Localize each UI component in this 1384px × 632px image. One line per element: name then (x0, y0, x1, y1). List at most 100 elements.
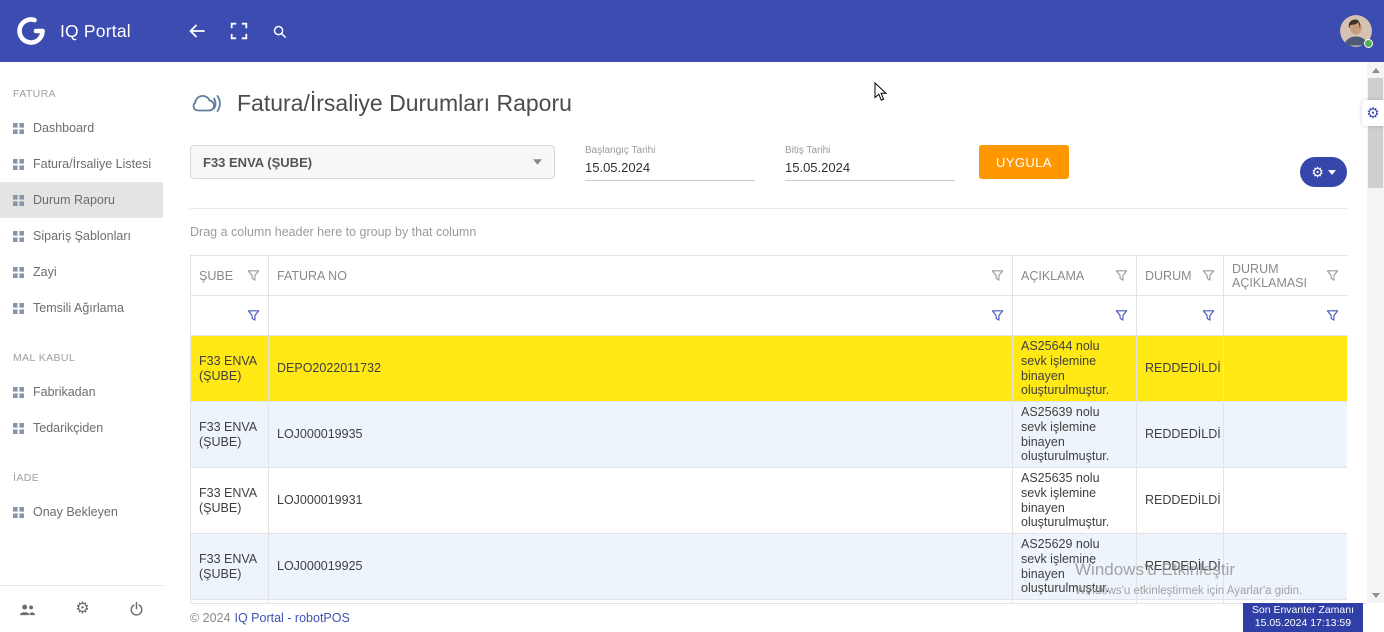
cell-branch[interactable]: F33 ENVA (ŞUBE) (190, 533, 269, 600)
cell-status-note[interactable] (1223, 467, 1347, 534)
branch-select[interactable]: F33 ENVA (ŞUBE) (190, 145, 555, 179)
sidebar-item-tedarikciden[interactable]: Tedarikçiden (0, 410, 163, 446)
vertical-scrollbar[interactable] (1367, 62, 1384, 603)
cell-branch[interactable]: F33 ENVA (ŞUBE) (190, 467, 269, 534)
sidebar: FATURA Dashboard Fatura/İrsaliye Listesi… (0, 62, 163, 632)
gear-icon: ⚙ (1366, 104, 1380, 122)
cell-invoice-no[interactable]: LOJ000019931 (268, 467, 1013, 534)
filter-cell-durum-aciklamasi[interactable] (1223, 295, 1347, 336)
settings-flyout-button[interactable]: ⚙ (1362, 100, 1384, 126)
filter-input-durum[interactable] (1145, 308, 1202, 323)
column-header-sube[interactable]: ŞUBE (190, 255, 269, 296)
column-header-fatura-no[interactable]: FATURA NO (268, 255, 1013, 296)
cell-branch[interactable]: F33 ENVA (ŞUBE) (190, 335, 269, 402)
sidebar-section-iade: İADE (13, 472, 40, 484)
start-date-label: Başlangıç Tarihi (585, 145, 656, 156)
grid-squares-icon (13, 123, 24, 134)
cell-description[interactable]: AS25639 nolu sevk işlemine binayen oluşt… (1012, 401, 1137, 468)
sidebar-item-temsili-agirlama[interactable]: Temsili Ağırlama (0, 290, 163, 326)
end-date-field[interactable]: Bitiş Tarihi 15.05.2024 (785, 145, 955, 181)
scroll-down-arrow[interactable] (1367, 588, 1384, 602)
app-logo-icon[interactable] (13, 13, 49, 49)
fullscreen-icon[interactable] (230, 22, 248, 40)
cell-invoice-no[interactable]: LOJ000019925 (268, 533, 1013, 600)
filter-icon[interactable] (247, 309, 260, 322)
filter-cell-sube[interactable] (190, 295, 269, 336)
sidebar-item-label: Zayi (33, 265, 57, 279)
sidebar-item-onay-bekleyen[interactable]: Onay Bekleyen (0, 494, 163, 530)
grid-squares-icon (13, 387, 24, 398)
cell-status[interactable]: REDDEDİLDİ (1136, 401, 1224, 468)
sidebar-item-label: Fatura/İrsaliye Listesi (33, 157, 152, 171)
cell-status[interactable]: REDDEDİLDİ (1136, 467, 1224, 534)
filter-icon[interactable] (1115, 269, 1128, 282)
end-date-value: 15.05.2024 (785, 160, 851, 175)
scroll-up-arrow[interactable] (1367, 63, 1384, 77)
sidebar-item-dashboard[interactable]: Dashboard (0, 110, 163, 146)
cell-status-note[interactable] (1223, 335, 1347, 402)
filter-icon[interactable] (1115, 309, 1128, 322)
filter-input-sube[interactable] (199, 308, 247, 323)
filter-icon[interactable] (1202, 269, 1215, 282)
sidebar-item-fabrikadan[interactable]: Fabrikadan (0, 374, 163, 410)
filter-input-fatura-no[interactable] (277, 308, 991, 323)
grid-settings-button[interactable]: ⚙ (1300, 157, 1347, 187)
table-row[interactable]: F33 ENVA (ŞUBE) LOJ000019925 AS25629 nol… (190, 533, 1347, 600)
gear-icon[interactable]: ⚙ (75, 601, 89, 617)
filter-icon[interactable] (1326, 309, 1339, 322)
filter-icon[interactable] (991, 269, 1004, 282)
filter-cell-aciklama[interactable] (1012, 295, 1137, 336)
filter-input-durum-aciklamasi[interactable] (1232, 308, 1326, 323)
filter-icon[interactable] (1202, 309, 1215, 322)
table-row[interactable]: F33 ENVA (ŞUBE) LOJ000019931 AS25635 nol… (190, 467, 1347, 534)
cell-description[interactable]: AS25635 nolu sevk işlemine binayen oluşt… (1012, 467, 1137, 534)
filter-icon[interactable] (247, 269, 260, 282)
sidebar-section-mal-kabul: MAL KABUL (13, 352, 76, 364)
cell-status-note[interactable] (1223, 533, 1347, 600)
sidebar-item-zayi[interactable]: Zayi (0, 254, 163, 290)
back-icon[interactable] (188, 22, 206, 40)
column-header-aciklama[interactable]: AÇIKLAMA (1012, 255, 1137, 296)
sidebar-item-siparis-sablonlari[interactable]: Sipariş Şablonları (0, 218, 163, 254)
search-icon[interactable] (272, 24, 287, 39)
apply-button[interactable]: UYGULA (979, 145, 1069, 179)
sidebar-section-fatura: FATURA (13, 88, 57, 100)
column-title: ŞUBE (199, 268, 234, 283)
column-header-durum-aciklamasi[interactable]: DURUM AÇIKLAMASI (1223, 255, 1347, 296)
main-content: Fatura/İrsaliye Durumları Raporu F33 ENV… (163, 62, 1367, 632)
inventory-time-badge: Son Envanter Zamanı 15.05.2024 17:13:59 (1242, 603, 1363, 632)
column-title: AÇIKLAMA (1021, 268, 1085, 283)
filter-cell-fatura-no[interactable] (268, 295, 1013, 336)
grid-squares-icon (13, 159, 24, 170)
cell-description[interactable]: AS25629 nolu sevk işlemine binayen oluşt… (1012, 533, 1137, 600)
cell-status[interactable]: REDDEDİLDİ (1136, 533, 1224, 600)
cell-invoice-no[interactable]: DEPO2022011732 (268, 335, 1013, 402)
table-row[interactable]: F33 ENVA (ŞUBE) LOJ000019935 AS25639 nol… (190, 401, 1347, 468)
sidebar-item-durum-raporu[interactable]: Durum Raporu (0, 182, 163, 218)
filter-icon[interactable] (991, 309, 1004, 322)
start-date-field[interactable]: Başlangıç Tarihi 15.05.2024 (585, 145, 755, 181)
sidebar-item-fatura-irsaliye-listesi[interactable]: Fatura/İrsaliye Listesi (0, 146, 163, 182)
grid-squares-icon (13, 195, 24, 206)
table-row[interactable]: F33 ENVA (ŞUBE) DEPO2022011732 AS25644 n… (190, 335, 1347, 402)
filter-input-aciklama[interactable] (1021, 308, 1115, 323)
power-icon[interactable] (129, 601, 144, 617)
cell-invoice-no[interactable]: LOJ000019935 (268, 401, 1013, 468)
sidebar-item-label: Onay Bekleyen (33, 505, 118, 519)
user-avatar[interactable] (1340, 15, 1373, 48)
users-icon[interactable] (19, 602, 36, 617)
top-navbar: IQ Portal (0, 0, 1384, 62)
cell-status-note[interactable] (1223, 401, 1347, 468)
scrollbar-thumb[interactable] (1368, 78, 1383, 188)
cell-branch[interactable]: F33 ENVA (ŞUBE) (190, 401, 269, 468)
footer-link[interactable]: IQ Portal - robotPOS (235, 611, 350, 625)
cell-status[interactable]: REDDEDİLDİ (1136, 335, 1224, 402)
column-title: FATURA NO (277, 268, 347, 283)
filter-icon[interactable] (1326, 269, 1339, 282)
page-title: Fatura/İrsaliye Durumları Raporu (237, 89, 572, 116)
column-title: DURUM AÇIKLAMASI (1232, 261, 1308, 290)
filter-cell-durum[interactable] (1136, 295, 1224, 336)
group-panel-hint[interactable]: Drag a column header here to group by th… (190, 225, 1347, 239)
cell-description[interactable]: AS25644 nolu sevk işlemine binayen oluşt… (1012, 335, 1137, 402)
column-header-durum[interactable]: DURUM (1136, 255, 1224, 296)
